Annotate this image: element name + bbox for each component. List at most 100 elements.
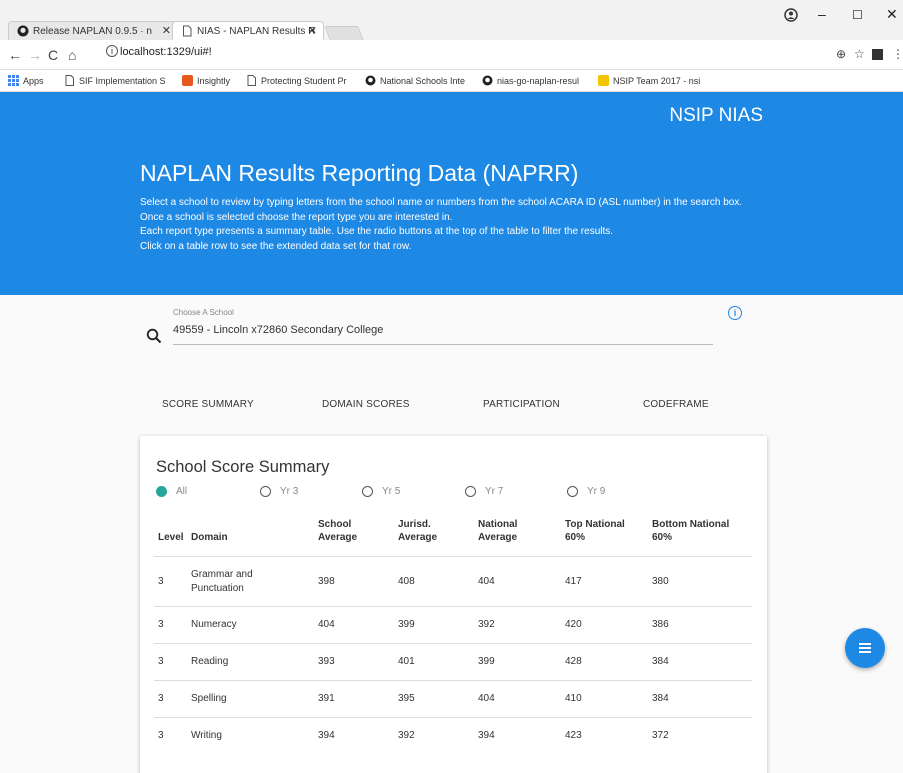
bookmark-apps[interactable]: Apps — [8, 75, 44, 86]
cell-domain: Reading — [187, 643, 314, 681]
browser-chrome: Release NAPLAN 0.9.5 · n ✕ NIAS - NAPLAN… — [0, 0, 903, 92]
cell-national: 404 — [474, 556, 561, 607]
browser-tab-release[interactable]: Release NAPLAN 0.9.5 · n ✕ — [8, 21, 178, 40]
column-header: School Average — [318, 519, 358, 543]
cell-top: 423 — [561, 717, 648, 755]
cell-school: 391 — [314, 680, 394, 718]
menu-icon — [859, 647, 871, 649]
profile-icon[interactable] — [784, 8, 798, 22]
maximize-icon[interactable]: ☐ — [852, 8, 863, 22]
score-summary-card: School Score Summary All Yr 3 Yr 5 Yr 7 … — [140, 436, 767, 773]
instruction-line: Once a school is selected choose the rep… — [140, 211, 453, 223]
info-icon[interactable]: i — [728, 306, 742, 320]
reload-icon[interactable]: C — [48, 47, 58, 63]
cell-level: 3 — [154, 556, 187, 607]
filter-yr3[interactable]: Yr 3 — [260, 486, 298, 497]
bookmark-national-schools[interactable]: National Schools Inte — [365, 75, 465, 86]
cell-level: 3 — [154, 606, 187, 644]
menu-icon[interactable]: ⋮ — [892, 47, 903, 61]
new-tab-button[interactable] — [324, 26, 364, 40]
cell-national: 394 — [474, 717, 561, 755]
cell-bottom: 384 — [648, 680, 752, 718]
bookmark-insightly[interactable]: Insightly — [182, 75, 230, 86]
filter-all[interactable]: All — [156, 486, 187, 497]
cell-school: 394 — [314, 717, 394, 755]
cell-bottom: 386 — [648, 606, 752, 644]
cell-level: 3 — [154, 717, 187, 755]
bookmark-label: National Schools Inte — [380, 75, 466, 86]
brand-title: NSIP NIAS — [669, 105, 763, 126]
cell-jurisd: 401 — [394, 643, 474, 681]
instruction-line: Select a school to review by typing lett… — [140, 197, 743, 208]
report-tabs: SCORE SUMMARY DOMAIN SCORES PARTICIPATIO… — [140, 397, 768, 417]
cell-top: 417 — [561, 556, 648, 607]
search-input[interactable] — [173, 324, 713, 345]
tab-codeframe[interactable]: CODEFRAME — [643, 399, 709, 410]
minimize-icon[interactable]: – — [818, 6, 826, 22]
cell-jurisd: 408 — [394, 556, 474, 607]
bookmark-sif[interactable]: SIF Implementation S — [64, 75, 166, 86]
bookmark-label: SIF Implementation S — [79, 75, 166, 86]
table-row[interactable]: 3 Numeracy 404 399 392 420 386 — [154, 606, 752, 644]
browser-toolbar: ← → C ⌂ i localhost:1329/ui#! ⊕ ☆ ⋮ — [0, 40, 903, 70]
cell-domain: Writing — [187, 717, 314, 755]
instructions: Select a school to review by typing lett… — [140, 196, 742, 254]
bookmark-label: Protecting Student Pr — [261, 75, 347, 86]
search-label: Choose A School — [173, 308, 234, 317]
tab-score-summary[interactable]: SCORE SUMMARY — [162, 399, 254, 410]
browser-tab-nias[interactable]: NIAS - NAPLAN Results R ✕ — [172, 21, 324, 40]
extension-icon[interactable] — [872, 49, 883, 60]
cell-jurisd: 392 — [394, 717, 474, 755]
table-row[interactable]: 3 Reading 393 401 399 428 384 — [154, 643, 752, 681]
table-row[interactable]: 3 Spelling 391 395 404 410 384 — [154, 680, 752, 718]
table-row[interactable]: 3 Writing 394 392 394 423 372 — [154, 717, 752, 755]
forward-icon[interactable]: → — [28, 47, 42, 63]
cell-top: 428 — [561, 643, 648, 681]
column-header: Level — [158, 532, 184, 543]
cell-national: 404 — [474, 680, 561, 718]
back-icon[interactable]: ← — [8, 47, 22, 63]
column-header: Bottom National 60% — [652, 519, 730, 543]
github-icon — [17, 25, 29, 37]
page-icon — [247, 75, 256, 86]
instruction-line: Click on a table row to see the extended… — [140, 240, 412, 252]
score-table: Level Domain School Average Jurisd. Averag… — [154, 518, 752, 755]
page-icon — [183, 25, 192, 37]
column-header: National Average — [478, 519, 518, 543]
filter-label: All — [176, 486, 188, 497]
cell-domain: Grammar and Punctuation — [187, 556, 314, 607]
search-icon — [146, 328, 162, 344]
address-bar[interactable]: localhost:1329/ui#! — [120, 46, 212, 58]
star-icon[interactable]: ☆ — [854, 47, 865, 61]
close-window-icon[interactable]: ✕ — [886, 6, 898, 23]
column-header: Top National 60% — [565, 519, 625, 543]
tab-domain-scores[interactable]: DOMAIN SCORES — [322, 399, 410, 410]
nsip-icon — [598, 75, 609, 86]
column-header: Jurisd. Average — [398, 519, 438, 543]
tab-participation[interactable]: PARTICIPATION — [483, 399, 560, 410]
page-content: NSIP NIAS NAPLAN Results Reporting Data … — [0, 92, 903, 773]
table-row[interactable]: 3 Grammar and Punctuation 398 408 404 417… — [154, 556, 752, 607]
info-icon[interactable]: i — [106, 45, 118, 57]
cell-national: 392 — [474, 606, 561, 644]
cell-domain: Numeracy — [187, 606, 314, 644]
bookmark-protecting[interactable]: Protecting Student Pr — [246, 75, 347, 86]
bookmark-nsip-team[interactable]: NSIP Team 2017 - nsi — [598, 75, 700, 86]
close-icon[interactable]: ✕ — [308, 24, 317, 37]
filter-yr7[interactable]: Yr 7 — [465, 486, 503, 497]
page-title: NAPLAN Results Reporting Data (NAPRR) — [140, 160, 579, 186]
filter-yr5[interactable]: Yr 5 — [362, 486, 400, 497]
menu-fab-button[interactable] — [845, 628, 885, 668]
filter-yr9[interactable]: Yr 9 — [567, 486, 605, 497]
home-icon[interactable]: ⌂ — [68, 47, 76, 63]
tab-title: Release NAPLAN 0.9.5 · n — [33, 25, 152, 37]
close-icon[interactable]: ✕ — [162, 24, 171, 37]
table-header-row: Level Domain School Average Jurisd. Averag… — [154, 518, 752, 557]
bookmarks-bar: Apps SIF Implementation S Insightly Prot… — [0, 70, 903, 92]
cell-national: 399 — [474, 643, 561, 681]
radio-icon — [567, 486, 578, 497]
filter-label: Yr 3 — [280, 486, 299, 497]
bookmark-nias-go[interactable]: nias-go-naplan-resul — [482, 75, 579, 86]
bookmark-label: nias-go-naplan-resul — [497, 75, 580, 86]
zoom-icon[interactable]: ⊕ — [836, 47, 846, 61]
